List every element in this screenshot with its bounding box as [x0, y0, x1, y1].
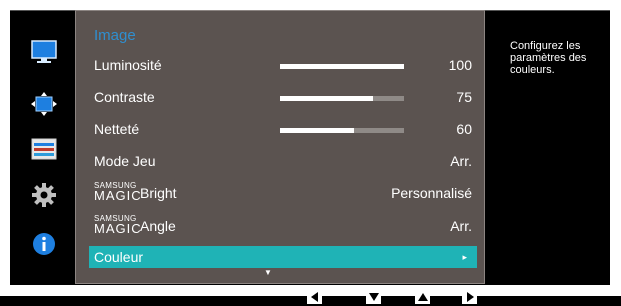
menu-item-value: Arr.	[450, 218, 472, 234]
up-arrow-icon[interactable]	[415, 290, 430, 304]
sidebar	[10, 10, 75, 284]
right-arrow-icon[interactable]	[462, 290, 477, 304]
gear-icon[interactable]	[31, 183, 57, 207]
menu-item-value: 60	[456, 121, 472, 137]
samsung-magic-logo: SAMSUNG MAGIC	[94, 214, 142, 236]
monitor-icon[interactable]	[31, 40, 57, 64]
menu-panel: Image Luminosité 100 Contraste 75 Nettet…	[75, 10, 485, 284]
left-arrow-icon[interactable]	[307, 290, 322, 304]
slider-fill	[280, 64, 404, 69]
settings-bars-icon[interactable]	[31, 137, 57, 161]
menu-title: Image	[94, 27, 136, 44]
samsung-magic-logo: SAMSUNG MAGIC	[94, 181, 142, 203]
menu-item-contraste[interactable]: Contraste 75	[94, 86, 472, 108]
menu-item-magic-angle[interactable]: SAMSUNG MAGIC Angle Arr.	[94, 214, 472, 237]
nettete-slider[interactable]	[280, 128, 404, 133]
contraste-slider[interactable]	[280, 96, 404, 101]
help-text: Configurez les paramètres des couleurs.	[510, 40, 587, 76]
menu-item-label: Couleur	[94, 249, 144, 265]
slider-fill	[280, 128, 355, 133]
down-arrow-icon[interactable]	[366, 290, 381, 304]
slider-fill	[280, 96, 373, 101]
menu-item-label: Netteté	[94, 121, 140, 137]
menu-item-luminosite[interactable]: Luminosité 100	[94, 54, 472, 76]
menu-item-mode-jeu[interactable]: Mode Jeu Arr.	[94, 150, 472, 172]
menu-item-value: Personnalisé	[391, 185, 472, 201]
menu-item-couleur[interactable]: Couleur ▸	[89, 246, 477, 268]
submenu-arrow-icon: ▸	[462, 252, 467, 262]
menu-item-label: Angle	[140, 218, 176, 234]
menu-item-magic-bright[interactable]: SAMSUNG MAGIC Bright Personnalisé	[94, 181, 472, 204]
info-icon[interactable]	[31, 232, 57, 256]
menu-item-label: Contraste	[94, 89, 155, 105]
menu-item-value: 75	[456, 89, 472, 105]
menu-item-label: Mode Jeu	[94, 153, 156, 169]
menu-item-nettete[interactable]: Netteté 60	[94, 118, 472, 140]
menu-item-value: Arr.	[450, 153, 472, 169]
scroll-down-icon[interactable]: ▼	[264, 268, 272, 277]
menu-item-label: Bright	[140, 185, 177, 201]
resize-icon[interactable]	[31, 92, 57, 116]
menu-item-label: Luminosité	[94, 57, 162, 73]
menu-item-value: 100	[448, 57, 472, 73]
luminosite-slider[interactable]	[280, 64, 404, 69]
